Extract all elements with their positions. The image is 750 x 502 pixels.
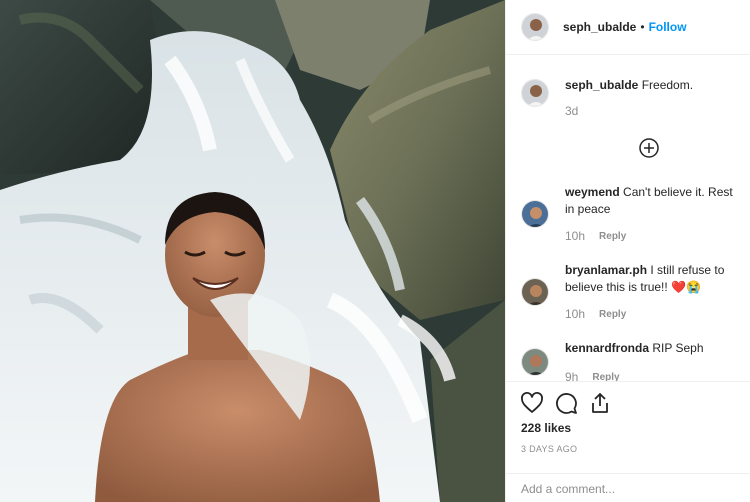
avatar[interactable] [521, 13, 549, 41]
caption: seph_ubalde Freedom. 3d [521, 77, 746, 120]
post-header: seph_ubalde • Follow [506, 0, 750, 55]
reply-button[interactable]: Reply [599, 228, 626, 245]
action-bar [520, 391, 622, 415]
comment-item: bryanlamar.ph I still refuse to believe … [521, 262, 746, 323]
avatar[interactable] [521, 278, 549, 306]
caption-time[interactable]: 3d [565, 103, 578, 120]
caption-username[interactable]: seph_ubalde [565, 78, 638, 92]
reply-button[interactable]: Reply [599, 306, 626, 323]
add-comment-input[interactable] [521, 481, 731, 496]
post-author-username[interactable]: seph_ubalde [563, 20, 636, 34]
avatar[interactable] [521, 348, 549, 376]
post-photo[interactable] [0, 0, 505, 502]
avatar[interactable] [521, 79, 549, 107]
post-date[interactable]: 3 DAYS AGO [521, 444, 577, 454]
reply-button[interactable]: Reply [592, 369, 619, 381]
follow-button[interactable]: Follow [649, 20, 687, 34]
avatar[interactable] [521, 200, 549, 228]
comment-text: RIP Seph [652, 341, 704, 355]
add-comment-bar [506, 473, 750, 502]
comment-icon[interactable] [554, 391, 578, 415]
likes-count[interactable]: 228 likes [521, 421, 571, 435]
comment-time[interactable]: 10h [565, 228, 585, 245]
waterfall-photo [0, 0, 505, 502]
plus-circle-icon[interactable] [639, 138, 659, 158]
comment-item: kennardfronda RIP Seph 9h Reply [521, 340, 746, 381]
comment-item: weymend Can't believe it. Rest in peace … [521, 184, 746, 245]
caption-text: Freedom. [641, 78, 694, 92]
comment-username[interactable]: kennardfronda [565, 341, 649, 355]
comments-list[interactable]: seph_ubalde Freedom. 3d weymend Can't be… [506, 56, 750, 381]
comment-username[interactable]: weymend [565, 185, 620, 199]
comment-time[interactable]: 10h [565, 306, 585, 323]
comment-time[interactable]: 9h [565, 369, 578, 381]
heart-icon[interactable] [520, 391, 544, 415]
share-icon[interactable] [588, 391, 612, 415]
post-actions: 228 likes 3 DAYS AGO [506, 381, 750, 502]
comment-username[interactable]: bryanlamar.ph [565, 263, 647, 277]
post-side-panel: seph_ubalde • Follow seph_ubalde Freedom… [505, 0, 750, 502]
separator-dot: • [640, 20, 645, 34]
